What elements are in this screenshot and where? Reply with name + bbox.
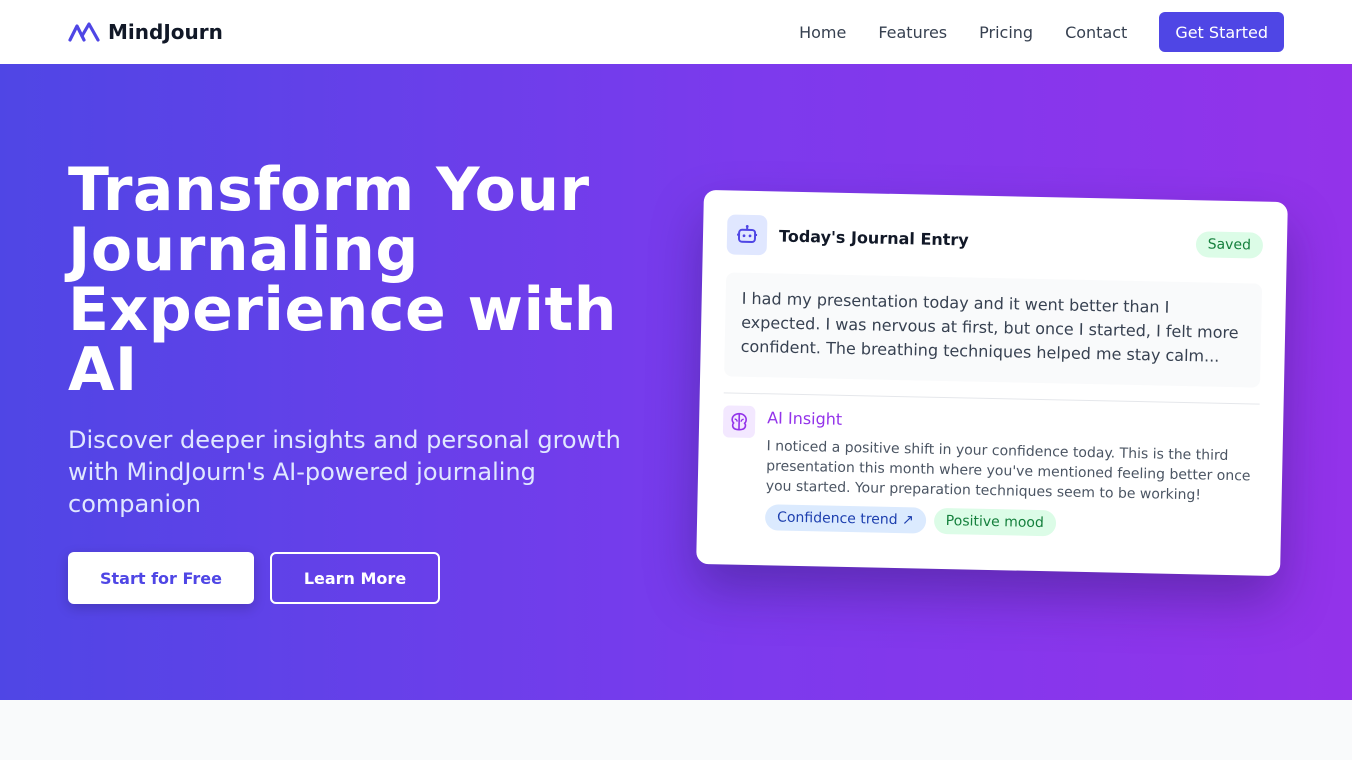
card-header: Today's Journal Entry Saved bbox=[726, 214, 1264, 265]
robot-icon bbox=[726, 214, 768, 256]
brand-name: MindJourn bbox=[108, 20, 223, 44]
insight-tags: Confidence trend ↗ Positive mood bbox=[764, 504, 1257, 540]
brain-icon bbox=[722, 405, 756, 439]
hero-section: Transform Your Journaling Experience wit… bbox=[0, 64, 1352, 700]
hero-title: Transform Your Journaling Experience wit… bbox=[68, 155, 617, 405]
card-title: Today's Journal Entry bbox=[778, 226, 969, 249]
tag-positive-mood[interactable]: Positive mood bbox=[933, 507, 1057, 537]
status-badge: Saved bbox=[1195, 231, 1264, 259]
ai-insight-label: AI Insight bbox=[767, 408, 843, 429]
nav-links: Home Features Pricing Contact Get Starte… bbox=[799, 12, 1284, 52]
ai-insight-text: I noticed a positive shift in your confi… bbox=[765, 438, 1251, 504]
lower-section bbox=[0, 700, 1352, 760]
nav-link-contact[interactable]: Contact bbox=[1065, 23, 1127, 42]
learn-more-button[interactable]: Learn More bbox=[270, 552, 440, 604]
get-started-button[interactable]: Get Started bbox=[1159, 12, 1284, 52]
ai-insight: AI Insight I noticed a positive shift in… bbox=[721, 405, 1259, 540]
nav-link-features[interactable]: Features bbox=[878, 23, 947, 42]
nav-link-home[interactable]: Home bbox=[799, 23, 846, 42]
top-navbar: MindJourn Home Features Pricing Contact … bbox=[0, 0, 1352, 64]
tag-confidence-trend[interactable]: Confidence trend ↗ bbox=[764, 504, 927, 534]
journal-entry-card: Today's Journal Entry Saved I had my pre… bbox=[696, 189, 1288, 577]
journal-entry-text: I had my presentation today and it went … bbox=[724, 272, 1263, 388]
divider bbox=[723, 392, 1260, 405]
mountain-logo-icon bbox=[68, 22, 100, 42]
brand[interactable]: MindJourn bbox=[68, 20, 223, 44]
start-for-free-button[interactable]: Start for Free bbox=[68, 552, 254, 604]
nav-link-pricing[interactable]: Pricing bbox=[979, 23, 1033, 42]
hero-subtitle: Discover deeper insights and personal gr… bbox=[68, 426, 621, 518]
